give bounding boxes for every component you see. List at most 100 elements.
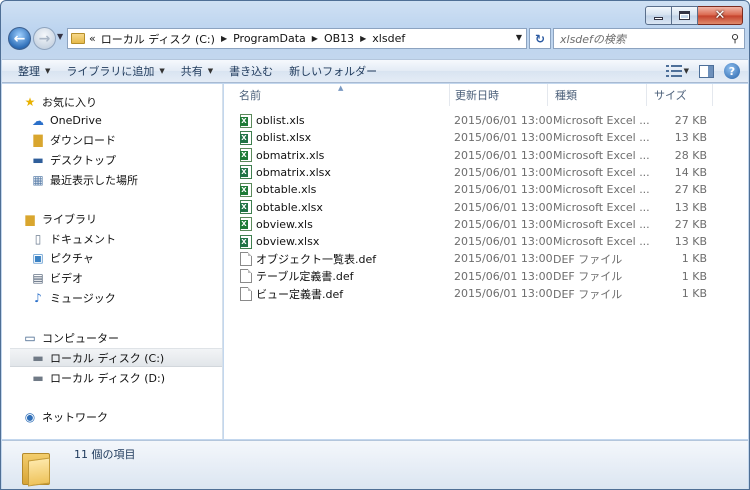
- file-size: 1 KB: [681, 269, 707, 283]
- column-header-date[interactable]: 更新日時: [448, 84, 548, 106]
- file-name-cell: oblist.xlsx: [240, 129, 311, 146]
- sidebar-item-label: ミュージック: [50, 291, 116, 305]
- file-size: 13 KB: [674, 131, 707, 145]
- address-dropdown-icon[interactable]: ▼: [516, 33, 522, 42]
- sidebar-item-pictures[interactable]: ▣ ピクチャ: [30, 248, 222, 267]
- file-date: 2015/06/01 13:00: [454, 217, 553, 231]
- refresh-button[interactable]: ↻: [529, 28, 551, 49]
- sidebar-item-videos[interactable]: ▤ ビデオ: [30, 268, 222, 287]
- preview-pane-icon[interactable]: [699, 64, 714, 78]
- file-row[interactable]: oblist.xlsx 2015/06/01 13:00Microsoft Exc…: [224, 129, 748, 146]
- breadcrumb-local-disk-c[interactable]: ローカル ディスク (C:): [101, 31, 215, 47]
- column-header-name[interactable]: 名前: [232, 84, 450, 106]
- command-bar: 整理 ▼ ライブラリに追加 ▼ 共有 ▼ 書き込む 新しいフォルダー ▼ ?: [2, 59, 748, 83]
- chevron-right-icon[interactable]: ▶: [312, 34, 318, 43]
- column-header-label: 更新日時: [455, 89, 499, 102]
- file-type: Microsoft Excel ...: [553, 165, 650, 179]
- document-icon: ▯: [34, 231, 42, 246]
- help-icon[interactable]: ?: [724, 63, 740, 79]
- file-name: oblist.xls: [256, 114, 305, 127]
- sidebar-item-label: ローカル ディスク (C:): [50, 351, 165, 365]
- sidebar-item-desktop[interactable]: ▬ デスクトップ: [30, 150, 222, 169]
- sidebar-item-downloads[interactable]: ▇ ダウンロード: [30, 130, 222, 149]
- recent-pages-dropdown[interactable]: ▼: [57, 32, 63, 41]
- share-button[interactable]: 共有 ▼: [173, 63, 221, 79]
- video-icon: ▤: [32, 270, 44, 285]
- file-row[interactable]: obtable.xls 2015/06/01 13:00Microsoft Exc…: [224, 181, 748, 198]
- burn-label: 書き込む: [229, 65, 274, 78]
- sidebar-item-label: ピクチャ: [50, 251, 94, 265]
- sidebar-item-label: コンピューター: [42, 331, 119, 345]
- sidebar-item-label: OneDrive: [50, 114, 102, 127]
- sidebar-item-computer[interactable]: ▭ コンピューター: [22, 328, 222, 347]
- sidebar-item-label: ローカル ディスク (D:): [50, 371, 165, 385]
- file-date: 2015/06/01 13:00: [454, 114, 553, 127]
- sidebar-item-label: ドキュメント: [50, 232, 116, 246]
- file-name: oblist.xlsx: [256, 131, 312, 145]
- file-row[interactable]: obtable.xlsx 2015/06/01 13:00Microsoft Ex…: [224, 199, 748, 216]
- forward-button[interactable]: →: [33, 27, 56, 50]
- file-row[interactable]: obview.xlsx 2015/06/01 13:00Microsoft Exc…: [224, 233, 748, 250]
- file-size: 1 KB: [681, 252, 707, 266]
- chevron-down-icon[interactable]: ▼: [684, 67, 689, 75]
- breadcrumb-ob13[interactable]: OB13: [324, 32, 354, 45]
- file-row[interactable]: ビュー定義書.def 2015/06/01 13:00 DEF ファイル 1 KB: [224, 285, 748, 302]
- maximize-icon: [679, 11, 690, 20]
- burn-button[interactable]: 書き込む: [221, 63, 281, 79]
- chevron-right-icon[interactable]: ▶: [221, 34, 227, 43]
- xls-icon: [240, 182, 252, 197]
- sidebar-item-local-disk-c[interactable]: ▬ ローカル ディスク (C:): [10, 348, 222, 367]
- back-button[interactable]: ←: [8, 27, 31, 50]
- column-header-label: サイズ: [654, 89, 687, 102]
- breadcrumb-xlsdef[interactable]: xlsdef: [372, 32, 405, 45]
- sidebar-item-recent[interactable]: ▦ 最近表示した場所: [30, 170, 222, 189]
- recent-places-icon: ▦: [32, 172, 44, 187]
- file-date: 2015/06/01 13:00: [454, 269, 553, 283]
- minimize-button[interactable]: [645, 6, 672, 25]
- xls-icon: [240, 113, 252, 128]
- sidebar-item-documents[interactable]: ▯ ドキュメント: [30, 229, 222, 248]
- add-to-library-button[interactable]: ライブラリに追加 ▼: [58, 63, 172, 79]
- column-header-size[interactable]: サイズ: [647, 84, 713, 106]
- breadcrumb-programdata[interactable]: ProgramData: [233, 32, 306, 45]
- search-placeholder: xlsdefの検索: [560, 32, 626, 46]
- minimize-icon: [654, 17, 663, 20]
- file-row[interactable]: テーブル定義書.def 2015/06/01 13:00 DEF ファイル 1 KB: [224, 268, 748, 285]
- chevron-right-icon[interactable]: ▶: [360, 34, 366, 43]
- search-input[interactable]: xlsdefの検索 ⚲: [553, 28, 745, 49]
- file-type: Microsoft Excel ...: [553, 200, 650, 214]
- download-folder-icon: ▇: [33, 132, 43, 147]
- sidebar-item-music[interactable]: ♪ ミュージック: [30, 288, 222, 307]
- file-date: 2015/06/01 13:00: [454, 200, 553, 214]
- file-row[interactable]: obmatrix.xlsx 2015/06/01 13:00Microsoft E…: [224, 164, 748, 181]
- organize-button[interactable]: 整理 ▼: [10, 63, 58, 79]
- file-list: ▲ 名前 更新日時 種類 サイズ oblist.xls2015/06/01 13…: [224, 84, 748, 439]
- maximize-button[interactable]: [672, 6, 698, 25]
- sidebar-item-favorites[interactable]: ★ お気に入り: [22, 92, 222, 111]
- breadcrumb-overflow[interactable]: «: [89, 32, 96, 45]
- file-row[interactable]: obmatrix.xls 2015/06/01 13:00Microsoft Ex…: [224, 147, 748, 164]
- file-row[interactable]: oblist.xls 2015/06/01 13:00Microsoft Exce…: [224, 112, 748, 129]
- file-name-cell: obview.xls: [240, 216, 313, 233]
- sidebar-item-libraries[interactable]: ▆ ライブラリ: [22, 209, 222, 228]
- file-name-cell: obtable.xls: [240, 181, 316, 198]
- item-count: 11 個の項目: [74, 448, 136, 461]
- search-icon[interactable]: ⚲: [731, 32, 739, 45]
- column-header-type[interactable]: 種類: [548, 84, 647, 106]
- change-view-icon[interactable]: [665, 64, 682, 78]
- sidebar-item-local-disk-d[interactable]: ▬ ローカル ディスク (D:): [30, 368, 222, 387]
- close-button[interactable]: ✕: [698, 6, 743, 25]
- file-name-cell: テーブル定義書.def: [240, 268, 353, 285]
- file-date: 2015/06/01 13:00: [454, 131, 553, 145]
- file-name: obmatrix.xlsx: [256, 165, 331, 179]
- sidebar-item-network[interactable]: ◉ ネットワーク: [22, 407, 222, 426]
- address-bar[interactable]: « ローカル ディスク (C:) ▶ ProgramData ▶ OB13 ▶ …: [67, 28, 527, 49]
- file-type: DEF ファイル: [553, 287, 623, 301]
- file-row[interactable]: obview.xls 2015/06/01 13:00Microsoft Exce…: [224, 216, 748, 233]
- sidebar-item-onedrive[interactable]: ☁ OneDrive: [30, 111, 222, 130]
- file-row[interactable]: オブジェクト一覧表.def 2015/06/01 13:00 DEF ファイル 1 K…: [224, 250, 748, 267]
- file-name-cell: obtable.xlsx: [240, 199, 323, 216]
- file-name: テーブル定義書.def: [256, 270, 354, 284]
- new-folder-button[interactable]: 新しいフォルダー: [281, 63, 385, 79]
- file-name: obview.xls: [256, 217, 313, 231]
